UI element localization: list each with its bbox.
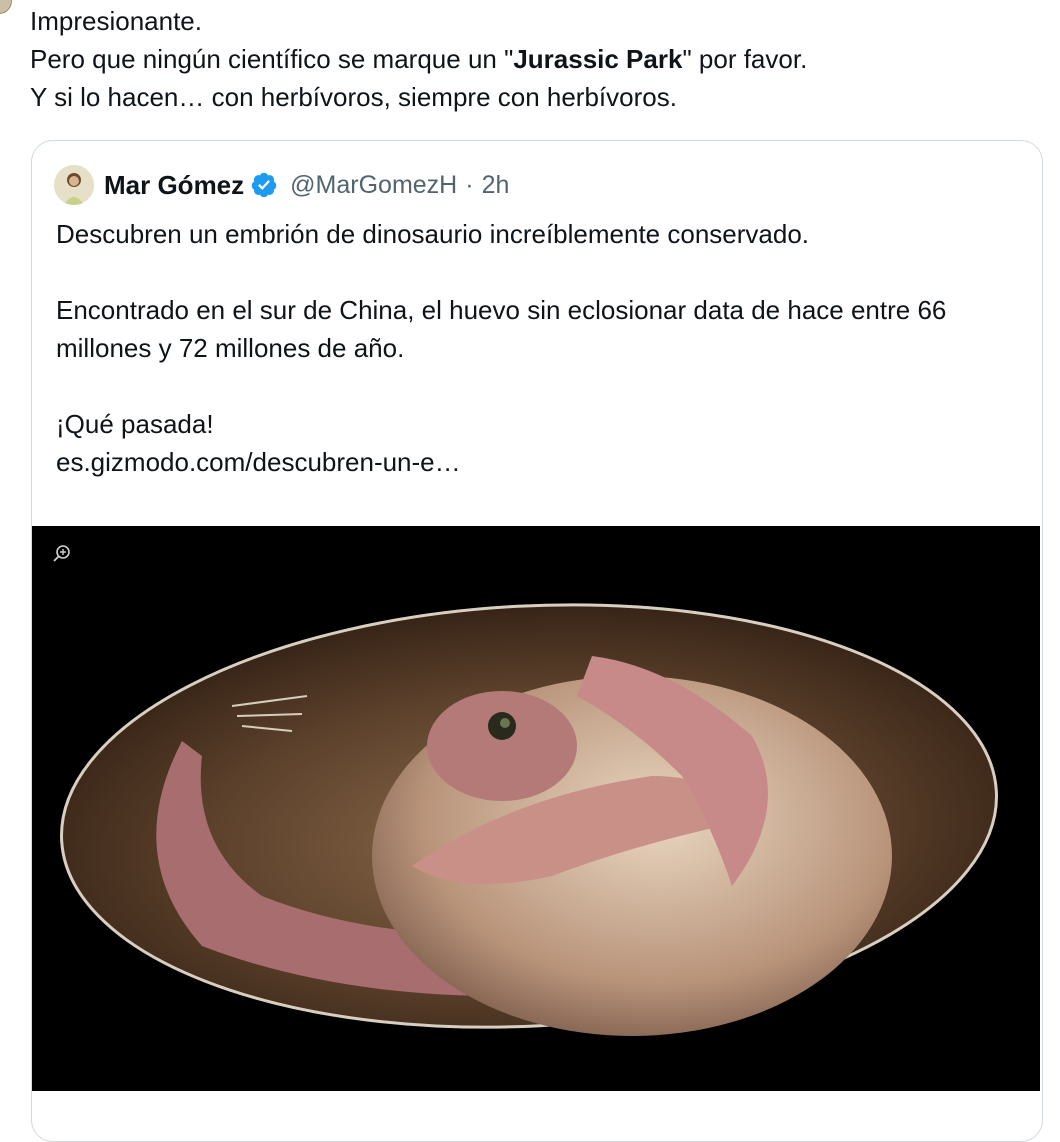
verified-badge-icon bbox=[251, 172, 277, 198]
separator-dot: · bbox=[465, 170, 474, 199]
tweet-text: Impresionante. Pero que ningún científic… bbox=[30, 2, 1030, 116]
tweet-line-3: Y si lo hacen… con herbívoros, siempre c… bbox=[30, 82, 677, 112]
tweet-line-2: Pero que ningún científico se marque un … bbox=[30, 44, 807, 74]
quote-text: Descubren un embrión de dinosaurio incre… bbox=[56, 219, 947, 477]
avatar-image bbox=[54, 165, 94, 205]
quote-author-name[interactable]: Mar Gómez bbox=[104, 170, 244, 201]
quote-media[interactable] bbox=[32, 526, 1040, 1091]
embryo-illustration bbox=[32, 526, 1040, 1091]
quote-author-avatar[interactable] bbox=[54, 165, 94, 205]
avatar[interactable] bbox=[0, 0, 12, 14]
tweet-line-2-bold: Jurassic Park bbox=[513, 44, 683, 74]
quote-timestamp[interactable]: 2h bbox=[482, 171, 510, 200]
tweet-line-1: Impresionante. bbox=[30, 6, 202, 36]
tweet-line-2-end: " por favor. bbox=[682, 44, 808, 74]
zoom-in-icon[interactable] bbox=[50, 542, 74, 566]
tweet-line-2-start: Pero que ningún científico se marque un … bbox=[30, 44, 514, 74]
quote-header: Mar Gómez @MarGomezH · 2h bbox=[54, 165, 509, 205]
quote-author-handle[interactable]: @MarGomezH bbox=[290, 171, 457, 200]
quoted-tweet-card[interactable]: Mar Gómez @MarGomezH · 2h Descubren un e… bbox=[31, 140, 1043, 1142]
